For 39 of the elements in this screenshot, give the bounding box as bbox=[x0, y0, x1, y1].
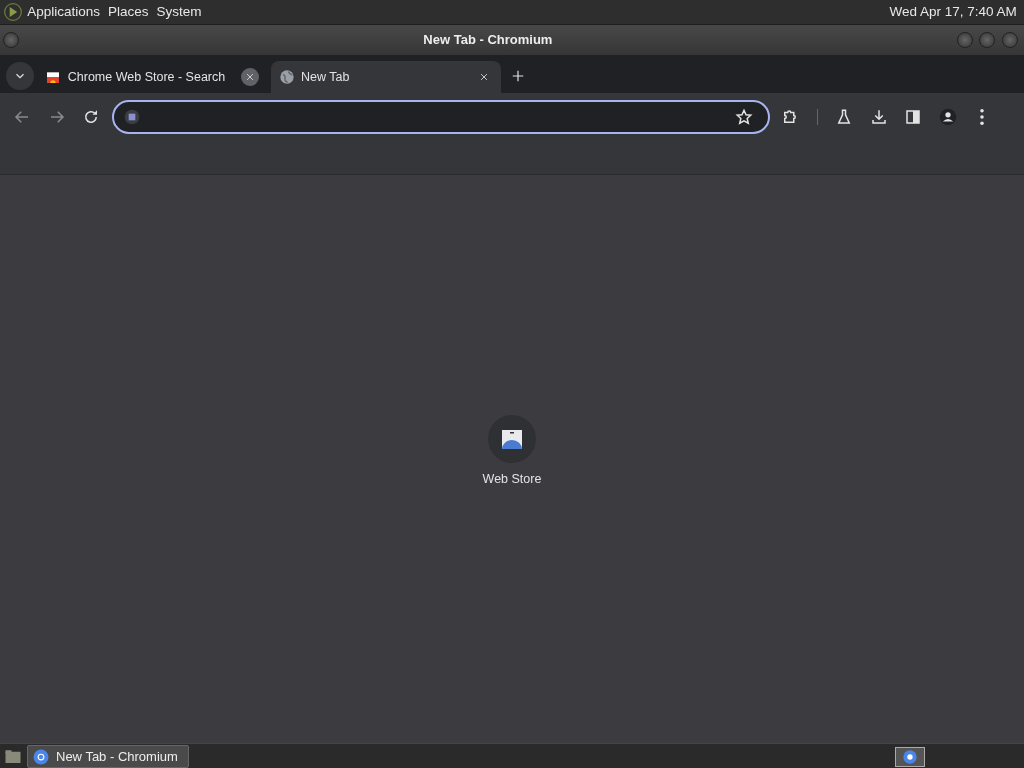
plus-icon bbox=[510, 68, 525, 83]
logo-icon[interactable] bbox=[3, 2, 24, 22]
browser-icon bbox=[901, 748, 918, 765]
side-panel-icon bbox=[904, 108, 922, 126]
download-icon bbox=[869, 108, 888, 126]
puzzle-icon bbox=[781, 108, 799, 126]
tab-title: Chrome Web Store - Search bbox=[67, 68, 226, 86]
menu-item[interactable]: Applications bbox=[23, 1, 105, 23]
menu-item[interactable]: Places bbox=[104, 1, 153, 23]
flask-icon bbox=[835, 108, 853, 126]
person-icon bbox=[938, 108, 957, 126]
minimize-button[interactable] bbox=[956, 32, 973, 48]
close-icon bbox=[478, 72, 489, 82]
taskbar-window-button[interactable]: New Tab - Chromium bbox=[26, 744, 189, 768]
store-icon bbox=[45, 69, 62, 85]
star-icon bbox=[734, 108, 753, 126]
browser-tab[interactable]: Chrome Web Store - Search bbox=[37, 61, 268, 93]
show-desktop-icon[interactable] bbox=[3, 747, 24, 766]
maximize-button[interactable] bbox=[979, 32, 995, 48]
reload-icon bbox=[82, 108, 100, 126]
browser-tab[interactable]: New Tab bbox=[270, 61, 501, 93]
globe-icon bbox=[278, 69, 295, 85]
close-icon bbox=[245, 72, 256, 82]
menu-item[interactable]: System bbox=[152, 1, 206, 23]
tab-title: New Tab bbox=[301, 68, 350, 86]
close-tab-button[interactable] bbox=[241, 68, 260, 86]
back-arrow-icon bbox=[13, 108, 31, 126]
address-bar[interactable] bbox=[111, 100, 770, 134]
window-title: New Tab - Chromium bbox=[423, 32, 553, 48]
shortcut-tile[interactable] bbox=[488, 415, 536, 463]
workspace-switcher[interactable] bbox=[894, 746, 925, 767]
kebab-menu-icon bbox=[980, 109, 984, 125]
extension-badge-icon bbox=[123, 109, 140, 125]
close-button[interactable] bbox=[1001, 32, 1018, 48]
browser-icon bbox=[31, 747, 50, 766]
store-icon bbox=[500, 427, 524, 451]
window-menu-button[interactable] bbox=[3, 32, 20, 48]
shortcut-label: Web Store bbox=[482, 470, 542, 488]
clock: Wed Apr 17, 7:40 AM bbox=[888, 2, 1018, 21]
